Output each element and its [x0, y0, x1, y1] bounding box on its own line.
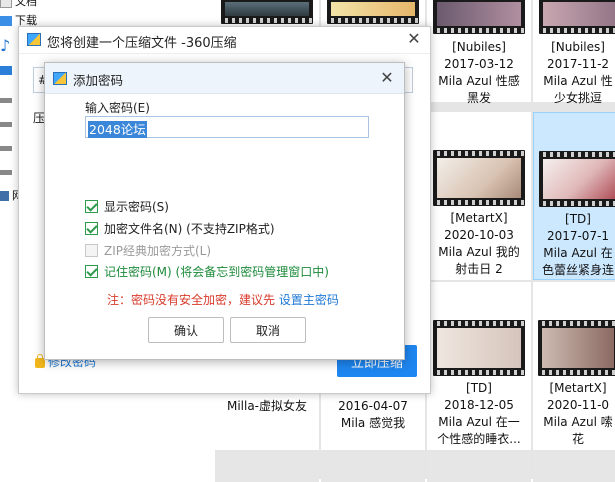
thumbnail-caption: Mila Azul 性感 — [438, 74, 520, 88]
remember-password-option[interactable]: 记住密码(M) (将会备忘到密码管理窗口中) — [85, 263, 329, 281]
thumbnail-caption: Milla-虚拟女友 — [226, 399, 308, 413]
thumbnail-item[interactable]: [TD] 2018-12-05 Mila Azul 在一 个性感的睡衣... — [427, 282, 531, 450]
thumbnail-caption: Mila Azul 我的 — [438, 245, 520, 259]
nav-item-documents[interactable]: 文档 — [0, 0, 37, 10]
thumbnail-item-selected[interactable]: [TD] 2017-07-1 Mila Azul 在 色蕾丝紧身连 — [533, 112, 615, 280]
close-icon[interactable]: ✕ — [378, 69, 396, 87]
thumbnail-item[interactable] — [427, 452, 531, 482]
nav-item-drive-e[interactable] — [0, 140, 15, 156]
thumbnail-caption: [MetartX] — [549, 381, 607, 395]
thumbnail-item[interactable] — [321, 452, 425, 482]
thumbnail-caption: Mila Azul 性 — [543, 74, 613, 88]
thumbnail-item[interactable]: [Nubiles] 2017-03-12 Mila Azul 性感 黑发 — [427, 0, 531, 105]
thumbnail-item[interactable]: [MetartX] 2020-11-0 Mila Azul 嗦 花 — [533, 282, 615, 450]
checkbox-checked-icon[interactable] — [85, 265, 98, 278]
password-dialog-titlebar[interactable]: 添加密码 ✕ — [45, 63, 404, 94]
password-input[interactable]: 2048论坛 — [85, 116, 369, 138]
nav-item-desktop[interactable] — [0, 62, 15, 78]
compress-window-title: 您将创建一个压缩文件 -360压缩 — [47, 36, 237, 51]
thumbnail-caption: [TD] — [466, 381, 492, 395]
thumbnail-caption: [TD] — [565, 212, 591, 226]
password-input-label: 输入密码(E) — [85, 101, 150, 115]
close-icon[interactable]: ✕ — [405, 30, 423, 48]
set-master-password-link[interactable]: 设置主密码 — [279, 293, 339, 307]
password-value: 2048论坛 — [88, 121, 147, 138]
drive-icon — [0, 97, 12, 103]
video-thumbnail — [538, 320, 615, 376]
thumbnail-caption: Mila Azul 嗦 — [543, 415, 613, 429]
drive-icon — [0, 145, 12, 151]
compress-window-titlebar[interactable]: 您将创建一个压缩文件 -360压缩 ✕ — [19, 27, 430, 54]
thumbnail-caption: Mila Azul 在 — [543, 246, 613, 260]
360zip-app-icon — [53, 72, 67, 85]
nav-item-drive-c[interactable] — [0, 92, 15, 108]
thumbnail-caption: 2017-03-12 — [444, 57, 514, 71]
add-password-dialog: 添加密码 ✕ 输入密码(E) 2048论坛 显示密码(S) 加密文件名(N) (… — [44, 62, 405, 360]
video-thumbnail — [539, 0, 615, 34]
thumbnail-caption: [Nubiles] — [551, 40, 605, 54]
thumbnail-caption: Mila Azul 在一 — [438, 415, 520, 429]
thumbnail-caption: 2020-10-03 — [444, 228, 514, 242]
thumbnail-caption: 射击日 2 — [455, 262, 503, 276]
music-icon: ♪ — [0, 36, 11, 55]
thumbnail-caption: 少女挑逗 — [553, 91, 602, 105]
nav-item-music[interactable]: ♪ — [0, 38, 13, 54]
video-thumbnail — [327, 0, 419, 24]
thumbnail-item[interactable] — [533, 452, 615, 482]
video-thumbnail — [433, 150, 525, 206]
thumbnail-caption: 2017-07-1 — [546, 229, 610, 243]
drive-icon — [0, 169, 12, 175]
network-icon — [0, 191, 9, 201]
navigation-pane: 文档 下载 ♪ 网 — [0, 0, 37, 479]
video-thumbnail — [433, 320, 525, 376]
video-thumbnail — [433, 0, 525, 34]
thumbnail-caption: 2017-11-2 — [546, 57, 610, 71]
thumbnail-item[interactable] — [215, 452, 319, 482]
checkbox-disabled-icon — [85, 244, 98, 257]
thumbnail-caption: 个性感的睡衣... — [437, 432, 521, 446]
360zip-app-icon — [27, 33, 41, 46]
thumbnail-caption: [Nubiles] — [452, 40, 506, 54]
cancel-button[interactable]: 取消 — [230, 317, 306, 343]
download-icon — [0, 16, 12, 26]
thumbnail-caption: Mila 感觉我 — [340, 416, 406, 430]
thumbnail-caption: 色蕾丝紧身连 — [541, 263, 614, 277]
desktop-icon — [0, 65, 12, 75]
thumbnail-caption: 2018-12-05 — [444, 398, 514, 412]
thumbnail-caption: [MetartX] — [450, 211, 508, 225]
video-thumbnail — [539, 151, 615, 207]
encrypt-filenames-option[interactable]: 加密文件名(N) (不支持ZIP格式) — [85, 220, 275, 238]
password-dialog-title: 添加密码 — [73, 73, 124, 88]
zip-classic-encryption-option: ZIP经典加密方式(L) — [85, 242, 211, 260]
nav-item-drive-f[interactable] — [0, 164, 15, 180]
thumbnail-caption: 2020-11-0 — [546, 398, 610, 412]
drive-icon — [0, 121, 12, 127]
document-icon — [0, 0, 12, 8]
nav-item-drive-d[interactable] — [0, 116, 15, 132]
thumbnail-item[interactable]: [Nubiles] 2017-11-2 Mila Azul 性 少女挑逗 — [533, 0, 615, 105]
thumbnail-caption: 花 — [571, 432, 584, 446]
checkbox-checked-icon[interactable] — [85, 200, 98, 213]
checkbox-checked-icon[interactable] — [85, 222, 98, 235]
video-thumbnail — [221, 0, 313, 24]
show-password-option[interactable]: 显示密码(S) — [85, 198, 169, 216]
security-warning: 注：密码没有安全加密，建议先 设置主密码 — [107, 293, 339, 307]
thumbnail-caption: 2016-04-07 — [338, 399, 408, 413]
ok-button[interactable]: 确认 — [148, 317, 224, 343]
thumbnail-caption: 黑发 — [466, 91, 491, 105]
thumbnail-item[interactable]: [MetartX] 2020-10-03 Mila Azul 我的 射击日 2 — [427, 112, 531, 280]
